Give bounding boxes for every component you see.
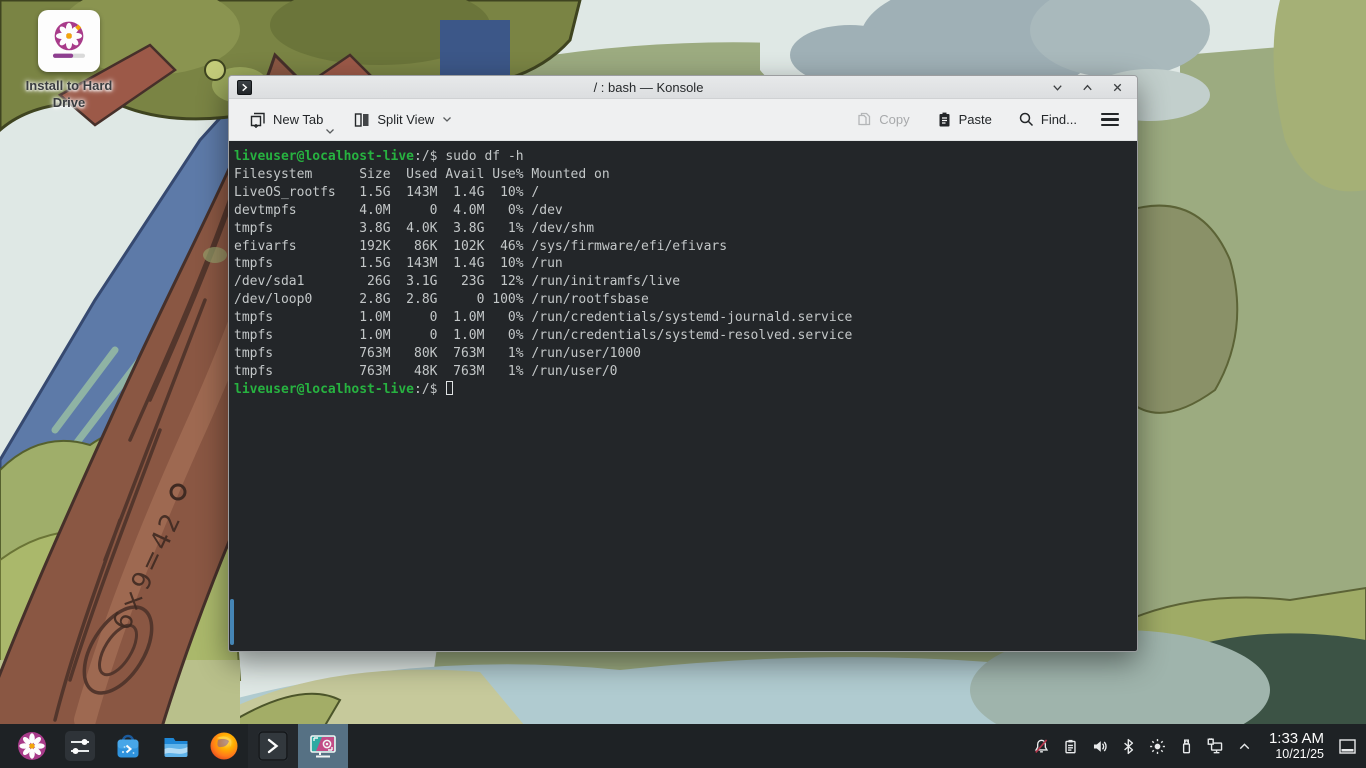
split-view-icon [355,112,369,127]
system-tray [1027,724,1259,768]
terminal-output-line: tmpfs 3.8G 4.0K 3.8G 1% /dev/shm [234,220,595,236]
clock-date: 10/21/25 [1275,747,1324,762]
new-tab-icon [250,112,265,128]
task-screen-capture[interactable] [298,724,348,768]
usb-device-icon[interactable] [1172,724,1201,768]
taskbar-panel: 1:33 AM 10/21/25 [0,724,1366,768]
terminal-output-line: Filesystem Size Used Avail Use% Mounted … [234,166,610,182]
bluetooth-icon[interactable] [1114,724,1143,768]
terminal-area[interactable]: liveuser@localhost-live:/$ sudo df -h Fi… [229,141,1137,651]
paste-icon [939,112,950,127]
file-manager-button[interactable] [152,724,200,768]
terminal-output-line: tmpfs 1.5G 143M 1.4G 10% /run [234,256,563,272]
maximize-button[interactable] [1075,78,1099,96]
toolbar: New Tab Split View Copy Paste Find... [229,99,1137,141]
terminal-prompt-line: liveuser@localhost-live:/$ sudo df -h [234,149,524,164]
copy-button[interactable]: Copy [848,105,917,134]
new-tab-dropdown-icon [326,128,335,134]
volume-icon[interactable] [1085,724,1114,768]
discover-button[interactable] [104,724,152,768]
window-title: / : bash — Konsole [593,79,704,95]
terminal-prompt-line: liveuser@localhost-live:/$ [234,380,1131,399]
split-view-button[interactable]: Split View [345,105,460,135]
minimize-button[interactable] [1045,78,1069,96]
new-tab-button[interactable]: New Tab [241,105,335,135]
terminal-scrollbar[interactable] [230,599,234,645]
expand-tray-icon[interactable] [1230,724,1259,768]
installer-icon [38,10,100,72]
terminal-output-line: tmpfs 1.0M 0 1.0M 0% /run/credentials/sy… [234,310,853,326]
close-button[interactable] [1105,78,1129,96]
titlebar[interactable]: / : bash — Konsole [229,76,1137,99]
notifications-muted-icon[interactable] [1027,724,1056,768]
show-desktop-button[interactable] [1334,724,1360,768]
show-desktop-icon [1338,738,1356,754]
terminal-output-line: LiveOS_rootfs 1.5G 143M 1.4G 10% / [234,184,540,200]
application-launcher-button[interactable] [8,724,56,768]
konsole-app-icon [237,79,252,95]
install-to-hard-drive-shortcut[interactable]: Install to Hard Drive [14,6,124,112]
digital-clock[interactable]: 1:33 AM 10/21/25 [1269,730,1324,762]
terminal-output-line: /dev/sda1 26G 3.1G 23G 12% /run/initramf… [234,274,681,290]
terminal-cursor [446,380,454,395]
clipboard-icon[interactable] [1056,724,1085,768]
prompt-user-host: liveuser@localhost-live [234,149,415,164]
menu-button[interactable] [1095,109,1125,130]
terminal-output-line: tmpfs 763M 80K 763M 1% /run/user/1000 [234,345,641,361]
firefox-button[interactable] [200,724,248,768]
find-icon [1019,112,1033,127]
install-icon-label: Install to Hard Drive [25,78,113,110]
command-text: sudo df -h [445,149,524,164]
terminal-output-line: /dev/loop0 2.8G 2.8G 0 100% /run/rootfsb… [234,292,649,308]
paste-button[interactable]: Paste [928,105,1000,134]
network-icon[interactable] [1201,724,1230,768]
prompt-user-host: liveuser@localhost-live [234,381,415,397]
konsole-window: / : bash — Konsole New Tab Split View Co… [228,75,1138,652]
find-button[interactable]: Find... [1010,105,1085,134]
brightness-icon[interactable] [1143,724,1172,768]
clock-time: 1:33 AM [1268,730,1324,748]
terminal-output-line: tmpfs 1.0M 0 1.0M 0% /run/credentials/sy… [234,328,853,344]
task-konsole[interactable] [248,724,298,768]
terminal-output-line: devtmpfs 4.0M 0 4.0M 0% /dev [234,202,563,218]
split-view-dropdown-icon [443,117,452,122]
terminal-output-line: tmpfs 763M 48K 763M 1% /run/user/0 [234,363,618,379]
terminal-output-line: efivarfs 192K 86K 102K 46% /sys/firmware… [234,238,728,254]
system-settings-button[interactable] [56,724,104,768]
copy-icon [858,112,871,126]
